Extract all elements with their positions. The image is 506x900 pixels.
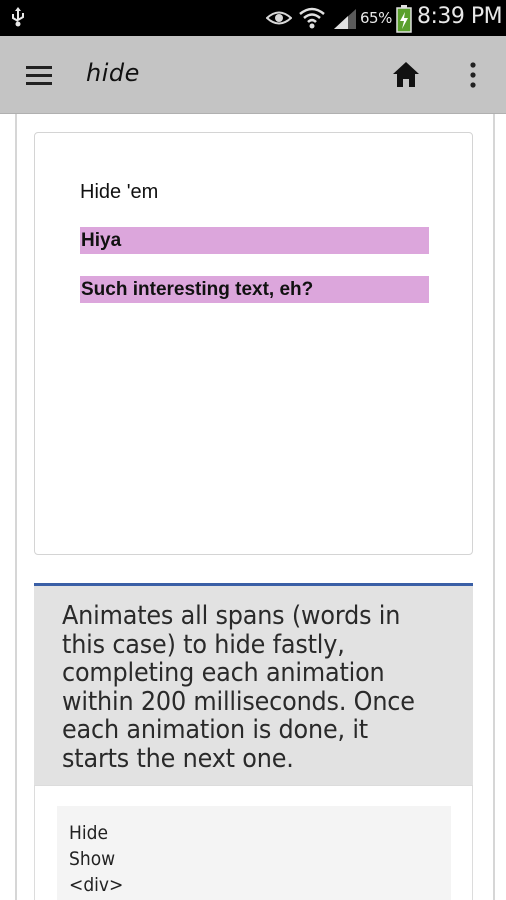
code-line: Show (69, 848, 116, 870)
demo-card: Hide 'em Hiya Such interesting text, eh? (34, 132, 473, 555)
eye-icon (265, 10, 293, 31)
code-line: <div> (69, 874, 124, 896)
signal-icon (332, 7, 358, 36)
description-line: each animation is done, it (62, 715, 369, 745)
description-panel: Animates all spans (words in this case) … (34, 583, 473, 785)
description-line: within 200 milliseconds. Once (62, 686, 415, 717)
status-bar: 65% 8:39 PM (0, 0, 506, 36)
content-frame-right (493, 114, 495, 900)
code-block: Hide Show <div> (57, 806, 451, 900)
app-bar: hide (0, 36, 506, 114)
page-title: hide (86, 59, 140, 87)
description-line: this case) to hide fastly, (62, 629, 345, 660)
wifi-icon (298, 4, 326, 37)
home-icon[interactable] (390, 60, 422, 90)
demo-span-1: Hiya (80, 227, 429, 254)
description-text: Animates all spans (words in this case) … (62, 602, 485, 773)
description-line: starts the next one. (62, 743, 294, 774)
overflow-menu-icon[interactable] (464, 60, 482, 90)
demo-heading: Hide 'em (80, 181, 159, 203)
battery-charging-icon (396, 5, 412, 38)
description-line: completing each animation (62, 658, 385, 688)
content-frame-left (15, 114, 17, 900)
usb-icon (10, 5, 26, 34)
menu-icon[interactable] (22, 60, 58, 92)
demo-span-2: Such interesting text, eh? (80, 276, 429, 303)
code-card: Hide Show <div> (34, 785, 473, 900)
clock-time: 8:39 PM (417, 4, 503, 29)
battery-percent: 65% (360, 9, 392, 27)
description-line: Animates all spans (words in (62, 601, 401, 631)
code-line: Hide (69, 822, 108, 844)
